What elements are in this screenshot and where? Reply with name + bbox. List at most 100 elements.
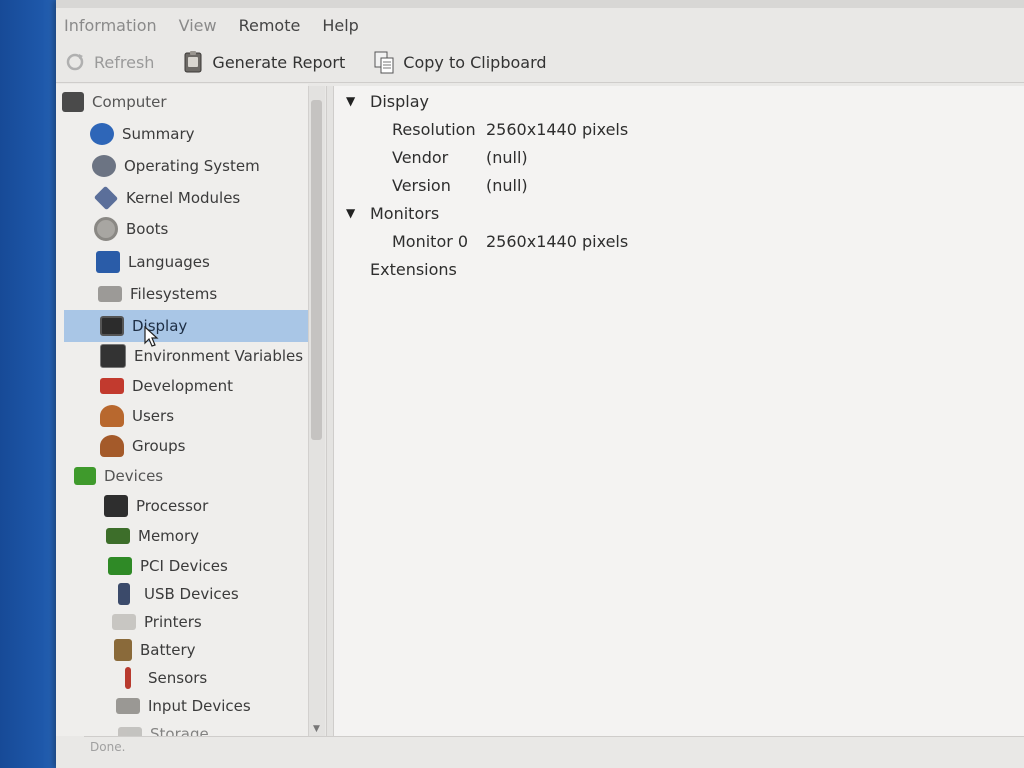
sidebar-item-label: Input Devices	[148, 697, 251, 715]
sidebar-item-label: Printers	[144, 613, 202, 631]
drive-icon	[98, 286, 122, 302]
section-extensions-header[interactable]: Extensions	[370, 256, 457, 282]
battery-icon	[114, 639, 132, 661]
property-row: Monitor 0 2560x1440 pixels	[392, 228, 628, 254]
info-icon	[90, 123, 114, 145]
tree-category-computer[interactable]: Computer	[62, 88, 167, 116]
groups-icon	[100, 435, 124, 457]
property-row: Version (null)	[392, 172, 528, 198]
sidebar-item-summary[interactable]: Summary	[90, 120, 195, 148]
property-row: Vendor (null)	[392, 144, 528, 170]
toolbar: Refresh Generate Report Copy to Clipboar…	[56, 42, 1024, 83]
sidebar-item-boots[interactable]: Boots	[94, 215, 168, 243]
terminal-icon	[100, 344, 126, 368]
sidebar-scrollbar[interactable]: ▼	[308, 86, 325, 736]
scroll-down-icon[interactable]: ▼	[311, 724, 322, 734]
menu-remote[interactable]: Remote	[239, 16, 301, 35]
app-window: Information View Remote Help Refresh Gen…	[56, 0, 1024, 768]
menubar: Information View Remote Help	[56, 10, 1024, 40]
property-key: Resolution	[392, 119, 476, 139]
sidebar-item-processor[interactable]: Processor	[104, 492, 208, 520]
expand-triangle-icon[interactable]: ▼	[346, 206, 360, 220]
computer-icon	[62, 92, 84, 112]
status-text: Done.	[90, 740, 126, 754]
mouse-cursor-icon	[144, 326, 159, 347]
menu-view[interactable]: View	[179, 16, 217, 35]
sidebar-item-operating-system[interactable]: Operating System	[92, 152, 260, 180]
sidebar-item-label: Environment Variables	[134, 347, 304, 365]
cpu-icon	[104, 495, 128, 517]
property-value: (null)	[486, 147, 528, 167]
refresh-icon	[66, 53, 84, 71]
property-key: Version	[392, 175, 451, 195]
sidebar-item-development[interactable]: Development	[100, 372, 233, 400]
section-title: Monitors	[370, 203, 440, 223]
section-display-header[interactable]: ▼ Display	[346, 88, 429, 114]
sidebar-item-users[interactable]: Users	[100, 402, 174, 430]
thermometer-icon	[125, 667, 131, 689]
sidebar-item-label: Memory	[138, 527, 200, 545]
sidebar-item-input-devices[interactable]: Input Devices	[116, 692, 251, 720]
sidebar-item-usb-devices[interactable]: USB Devices	[112, 580, 239, 608]
sidebar-item-label: Filesystems	[130, 285, 218, 303]
property-key: Monitor 0	[392, 231, 469, 251]
sidebar-item-label: Groups	[132, 437, 186, 455]
ram-icon	[106, 528, 130, 544]
menu-help[interactable]: Help	[322, 16, 358, 35]
module-icon	[93, 185, 119, 211]
property-value: (null)	[486, 175, 528, 195]
refresh-button[interactable]: Refresh	[64, 50, 154, 74]
expand-triangle-icon[interactable]: ▼	[346, 94, 360, 108]
menu-information[interactable]: Information	[64, 16, 157, 35]
scrollbar-thumb[interactable]	[311, 100, 322, 440]
sidebar-item-display[interactable]: Display	[64, 310, 308, 342]
sidebar-item-sensors[interactable]: Sensors	[116, 664, 207, 692]
sidebar-item-label: Kernel Modules	[126, 189, 241, 207]
generate-report-button[interactable]: Generate Report	[182, 50, 345, 74]
sidebar-item-label: PCI Devices	[140, 557, 228, 575]
printer-icon	[112, 614, 136, 630]
status-bar: Done.	[84, 736, 1024, 759]
sidebar-tree[interactable]: Computer Summary Operating System Kernel…	[56, 84, 308, 736]
sidebar-item-label: Languages	[128, 253, 210, 271]
sidebar-item-label: Sensors	[148, 669, 208, 687]
sidebar-item-environment-variables[interactable]: Environment Variables	[100, 342, 303, 370]
sidebar-item-label: Boots	[126, 220, 169, 238]
storage-icon	[118, 727, 142, 736]
copy-to-clipboard-button[interactable]: Copy to Clipboard	[373, 50, 547, 74]
sidebar-item-storage[interactable]: Storage	[118, 720, 209, 736]
report-icon	[184, 51, 202, 73]
section-title: Extensions	[370, 259, 457, 279]
sidebar-item-kernel-modules[interactable]: Kernel Modules	[93, 184, 241, 212]
pane-divider[interactable]	[326, 86, 334, 736]
sidebar-item-battery[interactable]: Battery	[114, 636, 196, 664]
clipboard-icon	[374, 51, 394, 74]
property-value: 2560x1440 pixels	[486, 119, 629, 139]
details-pane: ▼ Display Resolution 2560x1440 pixels Ve…	[334, 86, 1024, 736]
sidebar-item-groups[interactable]: Groups	[100, 432, 185, 460]
tree-category-label: Computer	[92, 93, 167, 111]
property-key: Vendor	[392, 147, 449, 167]
section-title: Display	[370, 91, 429, 111]
flag-icon	[96, 251, 120, 273]
monitor-icon	[100, 316, 124, 336]
sidebar-item-label: Users	[132, 407, 175, 425]
generate-report-label: Generate Report	[212, 52, 346, 72]
pci-card-icon	[108, 557, 132, 575]
sidebar-item-label: Battery	[140, 641, 196, 659]
title-bar	[56, 0, 1024, 8]
usb-icon	[118, 583, 130, 605]
property-value: 2560x1440 pixels	[486, 231, 629, 251]
sidebar-item-memory[interactable]: Memory	[106, 522, 199, 550]
sidebar-item-label: Summary	[122, 125, 195, 143]
section-monitors-header[interactable]: ▼ Monitors	[346, 200, 439, 226]
copy-to-clipboard-label: Copy to Clipboard	[403, 52, 547, 72]
desktop-background	[0, 0, 60, 768]
tree-category-devices[interactable]: Devices	[74, 462, 163, 490]
refresh-label: Refresh	[94, 52, 155, 72]
sidebar-item-printers[interactable]: Printers	[112, 608, 202, 636]
sidebar-item-pci-devices[interactable]: PCI Devices	[108, 552, 228, 580]
sidebar-item-languages[interactable]: Languages	[96, 248, 210, 276]
gears-icon	[92, 155, 116, 177]
sidebar-item-filesystems[interactable]: Filesystems	[98, 280, 217, 308]
